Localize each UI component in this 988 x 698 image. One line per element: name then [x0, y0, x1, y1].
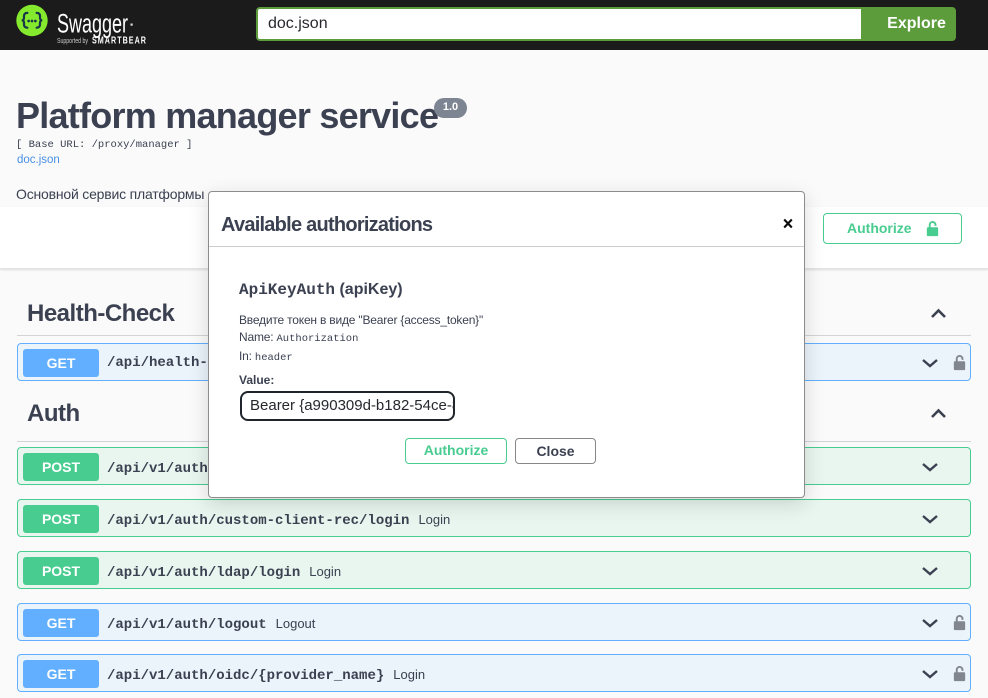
svg-text:Supported by: Supported by [57, 36, 88, 45]
svg-text:SMARTBEAR: SMARTBEAR [92, 35, 147, 47]
